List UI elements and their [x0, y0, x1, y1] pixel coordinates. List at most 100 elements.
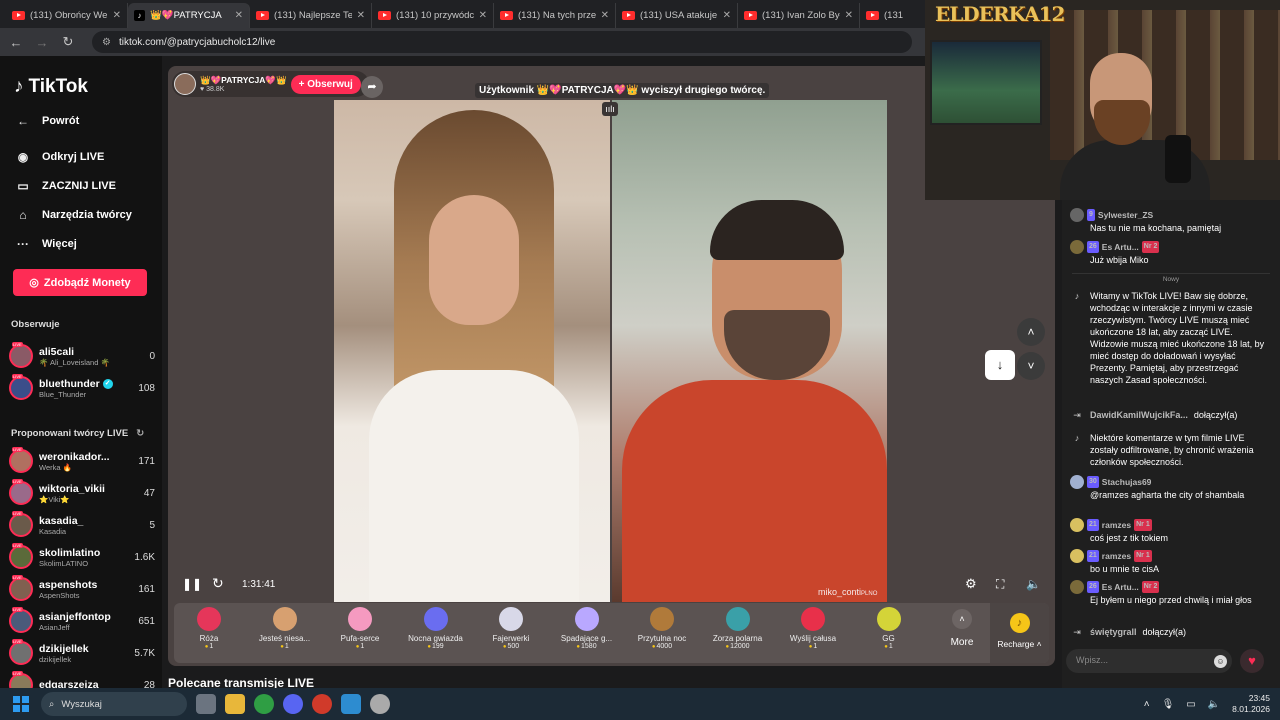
browser-tab[interactable]: (131) Na tych przedm ✕ — [494, 3, 616, 28]
chat-username[interactable]: DawidKamilWujcikFa... — [1090, 409, 1188, 421]
close-tab-icon[interactable]: ✕ — [723, 10, 731, 21]
gift-item[interactable]: Fajerwerki500 — [476, 607, 546, 650]
gift-item[interactable]: Róża1 — [174, 607, 244, 650]
close-tab-icon[interactable]: ✕ — [601, 10, 609, 21]
chat-username[interactable]: Es Artu... — [1102, 241, 1139, 253]
creator-item[interactable]: asianjeffontopAsianJeff651 — [9, 606, 155, 636]
back-link[interactable]: ← Powrót — [14, 114, 79, 128]
creator-item[interactable]: weronikador...Werka 🔥171 — [9, 446, 155, 476]
reload-icon[interactable]: ↻ — [60, 34, 76, 50]
tray-chevron-icon[interactable]: ˄ — [1144, 699, 1150, 710]
chat-username[interactable]: ramzes — [1102, 519, 1131, 531]
avatar[interactable] — [1070, 518, 1084, 532]
browser-tab[interactable]: (131) USA atakuje We ✕ — [616, 3, 738, 28]
creator-name: dzikijellek — [39, 643, 134, 655]
more-gifts-button[interactable]: ˄ More — [942, 607, 982, 648]
gift-icon — [272, 607, 297, 631]
emoji-icon[interactable]: ☺ — [1214, 655, 1227, 668]
app-icon[interactable] — [312, 694, 332, 714]
nav-start-live[interactable]: ▭ ZACZNIJ LIVE — [14, 179, 116, 193]
system-message-row: ♪ Niektóre komentarze w tym filmie LIVE z… — [1070, 432, 1270, 468]
creator-item[interactable]: ali5cali🌴 Ali_Loveisland 🌴0 — [9, 341, 155, 371]
gift-item[interactable]: Przytulna noc4000 — [627, 607, 697, 650]
nav-explore-live[interactable]: ◉ Odkryj LIVE — [14, 150, 105, 164]
url-input[interactable]: ⚙ tiktok.com/@patrycjabucholc12/live — [92, 31, 912, 53]
like-heart-icon[interactable]: ♥ — [1240, 649, 1264, 673]
avatar[interactable] — [1070, 240, 1084, 254]
gift-item[interactable]: Wyślij całusa1 — [778, 607, 848, 650]
creator-item[interactable]: edgarszeiza 28 — [9, 670, 155, 688]
creator-item[interactable]: kasadia_Kasadia5 — [9, 510, 155, 540]
browser-tab[interactable]: (131) Obrońcy Wene ✕ — [6, 3, 128, 28]
scroll-down-icon[interactable]: ↓ — [985, 350, 1015, 380]
browser-tab[interactable]: (131) Ivan Zolo Był K ✕ — [738, 3, 860, 28]
gift-item[interactable]: Spadające g...1580 — [552, 607, 622, 650]
clock[interactable]: 23:45 8.01.2026 — [1232, 693, 1270, 715]
creator-item[interactable]: dzikijellekdzikijellek5.7K — [9, 638, 155, 668]
avatar[interactable] — [1070, 580, 1084, 594]
creator-item[interactable]: aspenshotsAspenShots161 — [9, 574, 155, 604]
host-name[interactable]: 👑💖PATRYCJA💖👑 — [200, 75, 287, 86]
get-coins-button[interactable]: ◎ Zdobądź Monety — [13, 269, 147, 296]
browser-tab[interactable]: ♪ 👑💖PATRYCJA ✕ — [128, 3, 250, 28]
next-stream-icon[interactable]: ˅ — [1017, 352, 1045, 380]
tiktok-logo[interactable]: ♪ TikTok — [14, 76, 88, 98]
chat-username[interactable]: Stachujas69 — [1102, 476, 1152, 488]
close-tab-icon[interactable]: ✕ — [235, 10, 243, 21]
settings-icon[interactable]: ⚙ — [965, 576, 977, 592]
nav-creator-tools[interactable]: ⌂ Narzędzia twórcy — [14, 208, 132, 222]
live-player[interactable]: 👑💖PATRYCJA💖👑 ♥ 38.8K + Obserwuj ➦ Użytko… — [168, 66, 1055, 666]
close-tab-icon[interactable]: ✕ — [479, 10, 487, 21]
gift-item[interactable]: Nocna gwiazda199 — [401, 607, 471, 650]
refresh-icon[interactable]: ↻ — [136, 428, 144, 439]
nav-more[interactable]: ··· Więcej — [14, 237, 77, 251]
xbox-app-icon[interactable] — [341, 694, 361, 714]
close-tab-icon[interactable]: ✕ — [357, 10, 365, 21]
creator-item[interactable]: skolimlatinoSkolimLATINO1.6K — [9, 542, 155, 572]
chat-input[interactable]: Wpisz... — [1066, 649, 1232, 673]
close-tab-icon[interactable]: ✕ — [845, 10, 853, 21]
taskbar-search[interactable]: ⌕ Wyszukaj — [41, 692, 187, 716]
creator-item[interactable]: wiktoria_vikii⭐Viki⭐47 — [9, 478, 155, 508]
gift-item[interactable]: Zorza polarna12000 — [703, 607, 773, 650]
volume-icon[interactable]: 🔈 — [1026, 577, 1041, 591]
gift-item[interactable]: Jesteś niesa...1 — [250, 607, 320, 650]
chrome-icon[interactable] — [254, 694, 274, 714]
follow-button[interactable]: + Obserwuj — [290, 74, 361, 94]
chat-username[interactable]: świętygrall — [1090, 626, 1137, 638]
close-tab-icon[interactable]: ✕ — [113, 10, 121, 21]
previous-stream-icon[interactable]: ˄ — [1017, 318, 1045, 346]
file-explorer-icon[interactable] — [225, 694, 245, 714]
share-icon[interactable]: ➦ — [361, 76, 383, 98]
browser-tab[interactable]: (131) Najlepsze Tekst ✕ — [250, 3, 372, 28]
discord-icon[interactable] — [283, 694, 303, 714]
refresh-stream-icon[interactable]: ↻ — [212, 575, 224, 592]
host-card[interactable]: 👑💖PATRYCJA💖👑 ♥ 38.8K + Obserwuj — [172, 71, 369, 97]
browser-tab[interactable]: (131) 10 przywódców ✕ — [372, 3, 494, 28]
obs-icon[interactable] — [370, 694, 390, 714]
camera-icon: ▭ — [17, 179, 29, 193]
fullscreen-icon[interactable]: ⛶ — [996, 577, 1004, 592]
pause-icon[interactable]: ❚❚ — [182, 577, 202, 591]
creator-item[interactable]: bluethunder✓Blue_Thunder108 — [9, 373, 155, 403]
guest-video[interactable] — [612, 100, 887, 602]
microphone-icon[interactable]: 🎙 — [1162, 699, 1175, 710]
back-arrow-icon[interactable]: ← — [8, 35, 24, 50]
task-view-icon[interactable] — [196, 694, 216, 714]
network-icon[interactable]: ▭ — [1186, 699, 1195, 710]
chat-username[interactable]: ramzes — [1102, 550, 1131, 562]
gift-item[interactable]: Pufa-serce1 — [325, 607, 395, 650]
avatar[interactable] — [1070, 549, 1084, 563]
host-avatar[interactable] — [174, 73, 196, 95]
forward-arrow-icon[interactable]: → — [34, 35, 50, 50]
avatar[interactable] — [1070, 208, 1084, 222]
site-info-icon[interactable]: ⚙ — [102, 37, 111, 48]
windows-start-icon[interactable] — [13, 696, 29, 712]
avatar[interactable] — [1070, 475, 1084, 489]
chat-username[interactable]: Sylwester_ZS — [1098, 209, 1153, 221]
chat-username[interactable]: Es Artu... — [1102, 581, 1139, 593]
speaker-icon[interactable]: 🔈 — [1208, 699, 1220, 710]
host-video[interactable] — [334, 100, 610, 602]
recharge-button[interactable]: ♪ Recharge ˄ — [990, 603, 1049, 663]
gift-item[interactable]: GG1 — [854, 607, 924, 650]
